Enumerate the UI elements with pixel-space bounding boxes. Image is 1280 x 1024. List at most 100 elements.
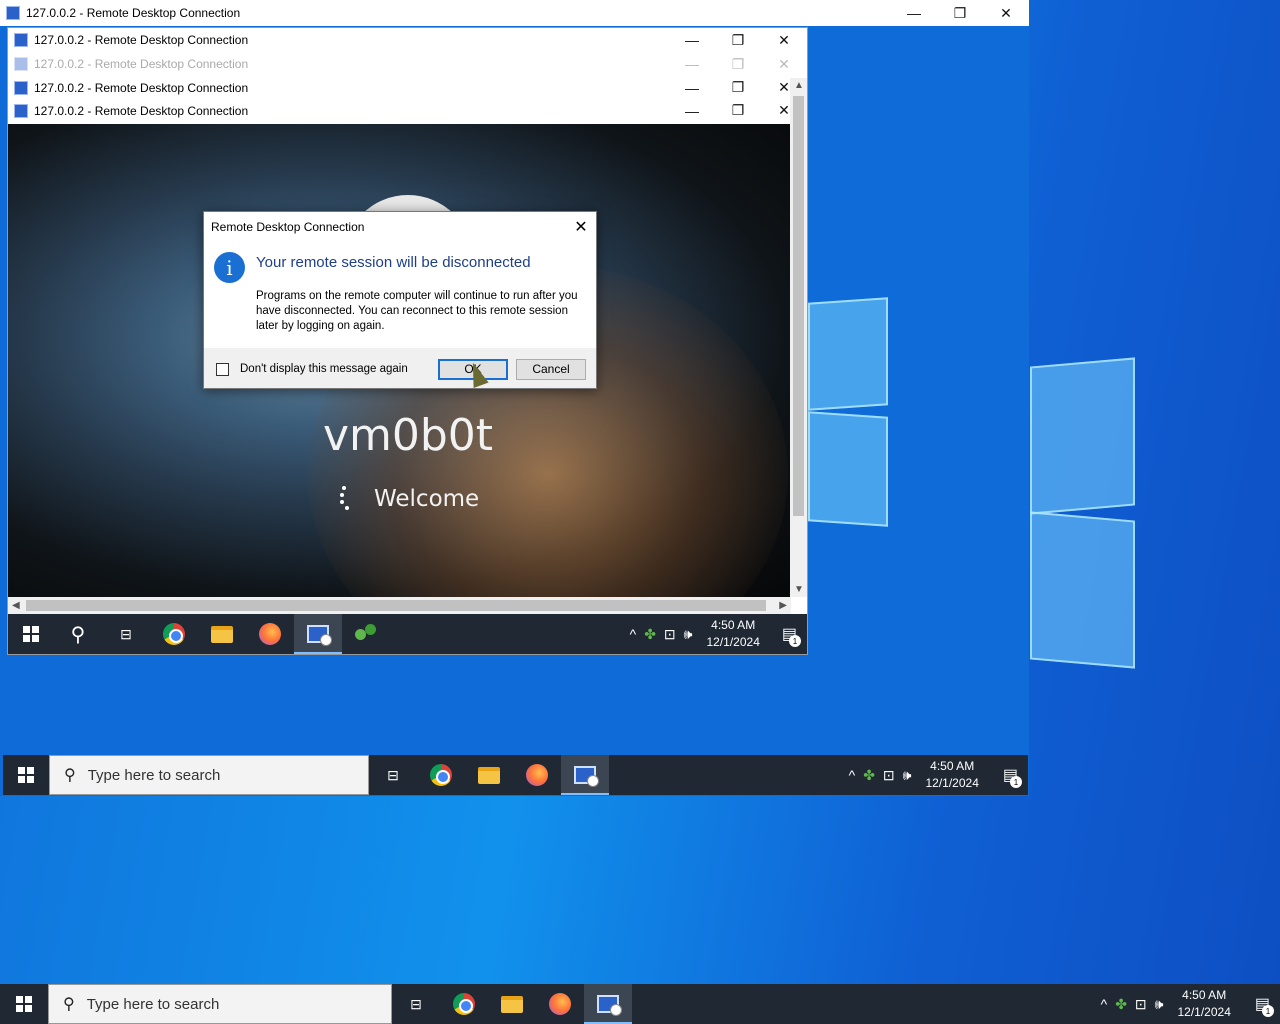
inner-taskbar: ⚲ ⊟ ^ ✤ ⊡ 🕪 4:50 AM 12/1/2024 ▤ 1 bbox=[8, 614, 807, 654]
minimize-icon[interactable]: — bbox=[669, 76, 715, 99]
time: 4:50 AM bbox=[711, 618, 756, 632]
window-title: 127.0.0.2 - Remote Desktop Connection bbox=[26, 6, 241, 20]
search-placeholder: Type here to search bbox=[87, 766, 221, 784]
windows-logo-pane bbox=[1030, 511, 1135, 669]
volume-icon[interactable]: 🕪 bbox=[903, 767, 912, 784]
nested-titlebar-3[interactable]: 127.0.0.2 - Remote Desktop Connection — … bbox=[8, 76, 807, 99]
task-view-button[interactable]: ⊟ bbox=[392, 984, 440, 1024]
rdp-taskbar-button[interactable] bbox=[561, 755, 609, 795]
minimize-icon[interactable]: — bbox=[891, 0, 937, 26]
restore-icon[interactable]: ❐ bbox=[715, 52, 761, 76]
rdp-app-icon bbox=[14, 80, 28, 95]
notification-icon[interactable]: ▤ 1 bbox=[1003, 765, 1022, 788]
rdp-app-icon bbox=[6, 6, 20, 20]
close-icon[interactable]: ✕ bbox=[761, 28, 807, 52]
info-icon: i bbox=[214, 252, 245, 283]
search-box[interactable]: ⚲ Type here to search bbox=[49, 755, 369, 795]
rdp-taskbar-button[interactable] bbox=[584, 984, 632, 1024]
search-icon: ⚲ bbox=[63, 996, 75, 1013]
chrome-taskbar-button[interactable] bbox=[440, 984, 488, 1024]
network-icon[interactable]: ⊡ bbox=[883, 767, 895, 784]
horizontal-scrollbar[interactable]: ◀ ▶ bbox=[8, 597, 791, 614]
login-status: Welcome bbox=[338, 486, 479, 512]
scrollbar-thumb[interactable] bbox=[793, 96, 804, 516]
chevron-up-icon[interactable]: ^ bbox=[1101, 996, 1108, 1012]
checkbox-label[interactable]: Don't display this message again bbox=[240, 363, 430, 375]
task-view-button[interactable]: ⊟ bbox=[102, 614, 150, 654]
scroll-left-icon[interactable]: ◀ bbox=[12, 600, 20, 611]
notification-badge: 1 bbox=[1010, 776, 1022, 788]
task-view-button[interactable]: ⊟ bbox=[369, 755, 417, 795]
chrome-icon bbox=[163, 623, 185, 645]
dialog-titlebar[interactable]: Remote Desktop Connection ✕ bbox=[204, 212, 596, 242]
outer-window-titlebar[interactable]: 127.0.0.2 - Remote Desktop Connection — … bbox=[0, 0, 1029, 26]
restore-icon[interactable]: ❐ bbox=[715, 99, 761, 122]
chrome-icon bbox=[430, 764, 452, 786]
chevron-up-icon[interactable]: ^ bbox=[630, 626, 637, 642]
system-tray: ^ ✤ ⊡ 🕪 4:50 AM 12/1/2024 ▤ 1 bbox=[630, 614, 807, 654]
start-button[interactable] bbox=[0, 984, 48, 1024]
minimize-icon[interactable]: — bbox=[669, 52, 715, 76]
folder-icon bbox=[211, 625, 233, 643]
close-icon[interactable]: ✕ bbox=[566, 217, 596, 237]
time: 4:50 AM bbox=[930, 759, 975, 773]
rdp-icon bbox=[574, 766, 599, 787]
task-view-icon: ⊟ bbox=[120, 625, 132, 642]
windows-start-icon bbox=[16, 996, 32, 1012]
firefox-taskbar-button[interactable] bbox=[246, 614, 294, 654]
notification-icon[interactable]: ▤ 1 bbox=[1255, 994, 1274, 1017]
clock[interactable]: 4:50 AM 12/1/2024 bbox=[919, 758, 984, 792]
file-explorer-taskbar-button[interactable] bbox=[198, 614, 246, 654]
nested-titlebar-4[interactable]: 127.0.0.2 - Remote Desktop Connection — … bbox=[8, 99, 807, 122]
notification-icon[interactable]: ▤ 1 bbox=[782, 624, 801, 647]
minimize-icon[interactable]: — bbox=[669, 99, 715, 122]
vertical-scrollbar[interactable]: ▲ ▼ bbox=[790, 78, 807, 597]
login-username: vm0b0t bbox=[322, 410, 494, 461]
firefox-icon bbox=[259, 623, 281, 645]
nested-titlebar-2[interactable]: 127.0.0.2 - Remote Desktop Connection — … bbox=[8, 52, 807, 76]
scroll-up-icon[interactable]: ▲ bbox=[794, 80, 804, 91]
chrome-taskbar-button[interactable] bbox=[150, 614, 198, 654]
network-icon[interactable]: ⊡ bbox=[1135, 996, 1147, 1013]
network-icon[interactable]: ⊡ bbox=[664, 626, 676, 643]
start-button[interactable] bbox=[3, 755, 49, 795]
scroll-down-icon[interactable]: ▼ bbox=[794, 584, 804, 595]
clock[interactable]: 4:50 AM 12/1/2024 bbox=[1171, 987, 1236, 1021]
network-people-icon[interactable]: ✤ bbox=[644, 626, 656, 643]
file-explorer-taskbar-button[interactable] bbox=[465, 755, 513, 795]
file-explorer-taskbar-button[interactable] bbox=[488, 984, 536, 1024]
cancel-button[interactable]: Cancel bbox=[516, 358, 586, 380]
restore-icon[interactable]: ❐ bbox=[715, 28, 761, 52]
search-box[interactable]: ⚲ Type here to search bbox=[48, 984, 392, 1024]
search-button[interactable]: ⚲ bbox=[54, 614, 102, 654]
close-icon[interactable]: ✕ bbox=[761, 52, 807, 76]
chrome-taskbar-button[interactable] bbox=[417, 755, 465, 795]
outer-rdp-window[interactable]: 127.0.0.2 - Remote Desktop Connection — … bbox=[0, 0, 1029, 796]
volume-icon[interactable]: 🕪 bbox=[1155, 996, 1164, 1013]
network-people-icon[interactable]: ✤ bbox=[863, 767, 875, 784]
window-title: 127.0.0.2 - Remote Desktop Connection bbox=[34, 80, 249, 95]
network-people-icon[interactable]: ✤ bbox=[1115, 996, 1127, 1013]
dont-display-checkbox[interactable] bbox=[216, 362, 229, 376]
volume-icon[interactable]: 🕪 bbox=[684, 626, 693, 643]
chevron-up-icon[interactable]: ^ bbox=[849, 767, 856, 783]
date: 12/1/2024 bbox=[1177, 1005, 1231, 1019]
start-button[interactable] bbox=[8, 614, 54, 654]
firefox-taskbar-button[interactable] bbox=[536, 984, 584, 1024]
rdp-taskbar-button[interactable] bbox=[294, 614, 342, 654]
restore-icon[interactable]: ❐ bbox=[937, 0, 983, 26]
scroll-right-icon[interactable]: ▶ bbox=[779, 600, 787, 611]
firefox-taskbar-button[interactable] bbox=[513, 755, 561, 795]
restore-icon[interactable]: ❐ bbox=[715, 76, 761, 99]
scrollbar-thumb[interactable] bbox=[26, 600, 766, 611]
windows-logo-pane bbox=[808, 297, 888, 411]
notification-badge: 1 bbox=[1262, 1005, 1274, 1017]
people-taskbar-button[interactable] bbox=[342, 614, 390, 654]
close-icon[interactable]: ✕ bbox=[983, 0, 1029, 26]
minimize-icon[interactable]: — bbox=[669, 28, 715, 52]
clock[interactable]: 4:50 AM 12/1/2024 bbox=[700, 617, 765, 651]
nested-rdp-window[interactable]: 127.0.0.2 - Remote Desktop Connection — … bbox=[7, 27, 808, 655]
date: 12/1/2024 bbox=[706, 635, 760, 649]
nested-titlebar-1[interactable]: 127.0.0.2 - Remote Desktop Connection — … bbox=[8, 28, 807, 52]
welcome-text: Welcome bbox=[374, 486, 480, 512]
